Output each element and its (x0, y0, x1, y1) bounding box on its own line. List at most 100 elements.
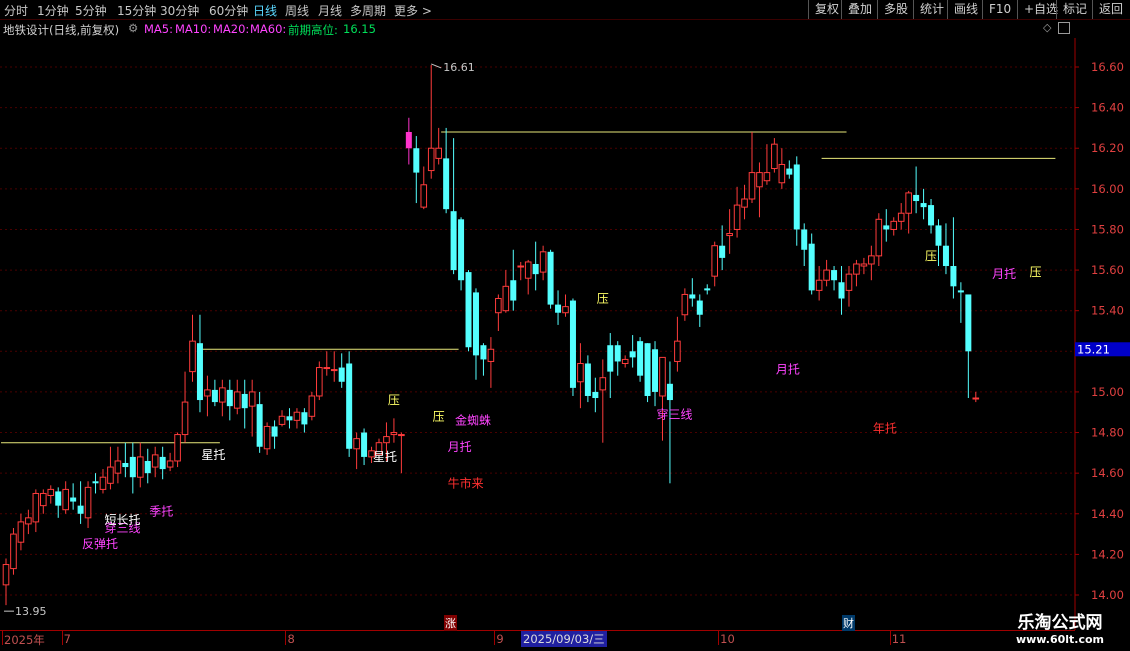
candle-body (607, 345, 614, 372)
zhang-marker[interactable]: 涨 (444, 615, 457, 631)
date-axis: 2025年 7 8 9 10 11 2025/09/03/三 涨 财 (0, 615, 1075, 651)
date-label: 7 (63, 632, 71, 646)
settings-gear-icon[interactable]: ⚙ (128, 21, 138, 35)
watermark-title: 乐淘公式网 (1017, 613, 1103, 633)
expand-icon[interactable] (1058, 22, 1070, 34)
signal-label: 月托 (992, 267, 1016, 281)
watermark: 乐淘公式网 www.60lt.com (990, 608, 1130, 646)
candle-body (666, 383, 673, 401)
candle-body (77, 505, 84, 514)
candle-body (539, 251, 547, 273)
candle-body (293, 411, 301, 421)
candle-body (935, 225, 942, 246)
candle-body (763, 172, 771, 182)
diamond-icon[interactable]: ◇ (1043, 21, 1051, 34)
candle-body (592, 391, 599, 399)
candle-body (248, 391, 256, 407)
candle-body (55, 491, 62, 506)
info-bar: 地铁设计(日线,前复权) ⚙ MA5: MA10: MA20: MA60: 前期… (0, 20, 1075, 38)
candle-body (778, 163, 786, 184)
candle-body (845, 273, 853, 291)
signal-label: 短长托 (104, 513, 140, 527)
candle-body (920, 203, 927, 208)
candle-body (256, 404, 263, 447)
signal-label: 星托 (373, 450, 397, 464)
candle-body (450, 211, 457, 271)
candle-body (465, 272, 472, 348)
toolbar-button-5[interactable]: F10 (982, 0, 1017, 19)
candle-body (263, 425, 271, 450)
period-tab-1[interactable]: 1分钟 (37, 2, 69, 19)
date-separator (285, 631, 287, 645)
candle-body (555, 304, 562, 313)
candle-body (838, 282, 845, 299)
candle-body (883, 225, 890, 230)
toolbar-button-0[interactable]: 复权 (808, 0, 845, 19)
period-toolbar: 分时 1分钟 5分钟 15分钟 30分钟 60分钟 日线 周线 月线 多周期 更多 > 复权 叠加 多股统… (0, 0, 1130, 20)
toolbar-button-3[interactable]: 统计 (913, 0, 950, 19)
candle-body (174, 434, 181, 462)
candle-body (748, 172, 756, 200)
candle-body (99, 476, 107, 490)
candle-body (913, 194, 920, 202)
toolbar-button-4[interactable]: 画线 (947, 0, 984, 19)
toolbar-button-8[interactable]: 返回 (1092, 0, 1129, 19)
candle-body (301, 412, 308, 425)
candle-body (346, 363, 353, 449)
candle-body (972, 397, 980, 400)
period-tab-10[interactable]: 更多 > (394, 2, 432, 19)
candle-body (756, 172, 763, 188)
cai-marker[interactable]: 财 (842, 615, 855, 631)
kline-chart[interactable]: 16.6016.4016.2016.0015.8015.6015.4015.20… (0, 38, 1130, 630)
candle-body (226, 389, 233, 407)
candle-body (524, 261, 532, 279)
candle-body (517, 265, 525, 268)
period-tab-9[interactable]: 多周期 (350, 2, 386, 19)
signal-label: 月托 (448, 440, 472, 454)
candle-body (390, 432, 398, 436)
candle-body (92, 481, 99, 484)
date-separator (61, 631, 63, 645)
period-tab-6[interactable]: 日线 (253, 2, 277, 19)
candle-body (398, 434, 405, 437)
date-separator (718, 631, 720, 645)
period-tab-7[interactable]: 周线 (285, 2, 309, 19)
candle-body (905, 192, 912, 214)
y-tick-label: 14.00 (1091, 588, 1124, 602)
toolbar-button-7[interactable]: 标记 (1056, 0, 1093, 19)
candle-body (569, 300, 576, 388)
y-tick-label: 15.40 (1091, 304, 1124, 318)
candle-body (719, 245, 726, 258)
candle-body (2, 564, 10, 586)
toolbar-button-1[interactable]: 叠加 (841, 0, 878, 19)
period-tab-2[interactable]: 5分钟 (75, 2, 107, 19)
toolbar-button-2[interactable]: 多股 (877, 0, 914, 19)
ma20-label: MA20: (213, 22, 250, 36)
period-tab-0[interactable]: 分时 (4, 2, 28, 19)
candle-body (808, 243, 815, 291)
period-tab-4[interactable]: 30分钟 (160, 2, 199, 19)
candle-body (584, 363, 591, 396)
period-tab-5[interactable]: 60分钟 (209, 2, 248, 19)
candle-body (25, 517, 32, 525)
candle-body (70, 497, 77, 502)
y-tick-label: 15.80 (1091, 222, 1124, 236)
prev-high-value: 16.15 (343, 22, 376, 36)
candle-body (62, 488, 69, 511)
candle-body (233, 391, 241, 409)
candle-body (681, 293, 689, 316)
y-tick-label: 15.00 (1091, 385, 1124, 399)
signal-label: 季托 (149, 505, 173, 519)
period-tab-3[interactable]: 15分钟 (117, 2, 156, 19)
candle-body (495, 298, 502, 314)
date-separator (889, 631, 891, 645)
candle-body (815, 279, 823, 291)
date-separator (494, 631, 496, 645)
signal-label: 穿三线 (656, 406, 692, 421)
candle-body (801, 229, 808, 250)
candle-body (741, 198, 748, 208)
candle-body (472, 292, 479, 356)
candle-body (637, 341, 644, 376)
period-tab-8[interactable]: 月线 (318, 2, 342, 19)
candle-body (502, 285, 510, 312)
